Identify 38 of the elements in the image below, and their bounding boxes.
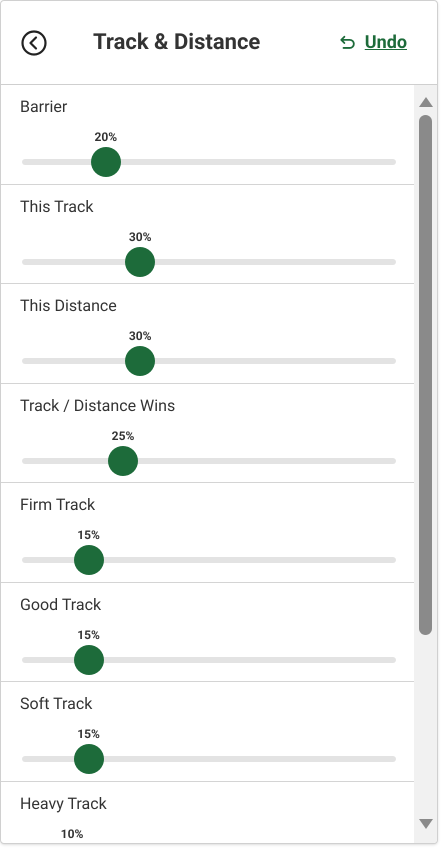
slider-track[interactable] <box>22 545 396 575</box>
slider-value: 15% <box>77 726 100 742</box>
slider-thumb[interactable] <box>74 545 104 575</box>
slider-thumb[interactable] <box>108 446 138 476</box>
slider-label: Good Track <box>20 594 102 616</box>
slider-track[interactable] <box>22 246 396 276</box>
undo-icon <box>338 34 357 52</box>
slider-thumb[interactable] <box>74 644 104 674</box>
slider-track[interactable] <box>22 446 396 476</box>
scroll-up-icon[interactable] <box>418 97 432 107</box>
slider-thumb[interactable] <box>125 346 156 376</box>
slider-label: Heavy Track <box>20 792 107 814</box>
slider-track[interactable] <box>22 147 396 177</box>
slider-thumb[interactable] <box>125 246 156 276</box>
slider-value: 30% <box>128 228 152 244</box>
slider-value: 15% <box>77 626 100 642</box>
slider-track[interactable] <box>22 346 396 376</box>
slider-label: Track / Distance Wins <box>20 394 176 416</box>
back-icon[interactable] <box>21 30 47 56</box>
slider-value: 30% <box>128 328 152 344</box>
slider-value: 25% <box>112 428 134 444</box>
slider-value: 15% <box>77 527 100 543</box>
page-title: Track & Distance <box>93 29 260 57</box>
undo-button[interactable]: Undo <box>338 29 407 56</box>
slider-label: Barrier <box>20 96 68 118</box>
scroll-down-icon[interactable] <box>418 819 432 829</box>
slider-track[interactable] <box>22 644 396 674</box>
slider-value: 10% <box>60 826 84 842</box>
slider-label: This Track <box>20 196 94 218</box>
slider-track[interactable] <box>22 744 396 774</box>
slider-label: This Distance <box>20 295 117 317</box>
slider-label: Firm Track <box>20 494 96 516</box>
slider-value: 20% <box>94 129 118 145</box>
scrollbar[interactable] <box>414 85 437 843</box>
slider-thumb[interactable] <box>90 147 121 177</box>
scrollbar-thumb[interactable] <box>419 115 432 635</box>
slider-thumb[interactable] <box>74 744 104 774</box>
slider-label: Soft Track <box>20 693 92 715</box>
